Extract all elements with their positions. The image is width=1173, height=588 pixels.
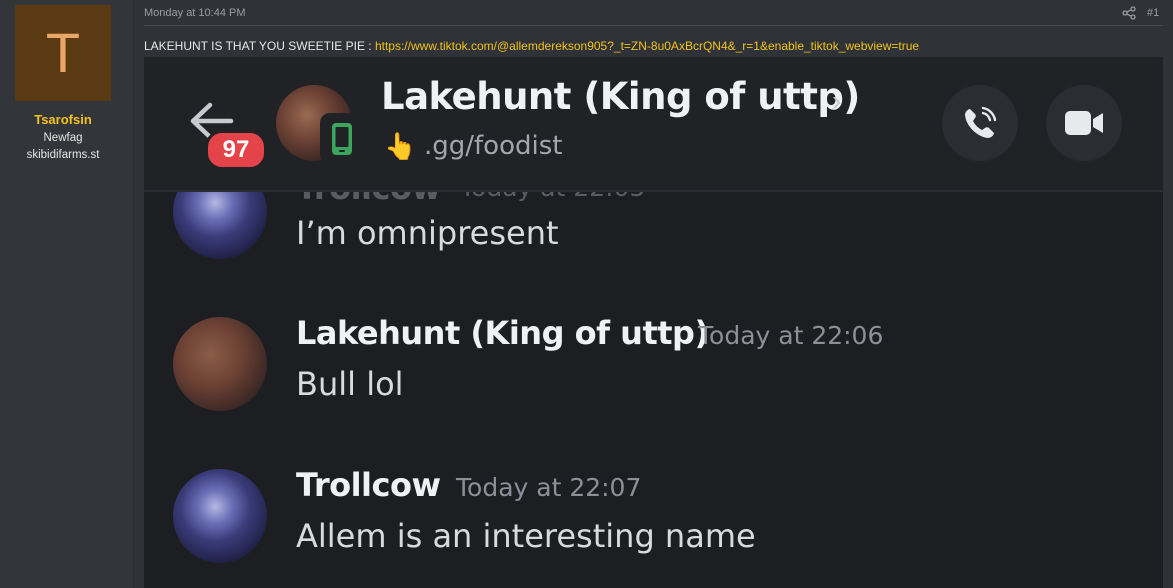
message-author[interactable]: Trollcow <box>296 466 441 504</box>
share-icon[interactable] <box>1122 6 1136 20</box>
username[interactable]: Tsarofsin <box>0 112 126 127</box>
post-header: Monday at 10:44 PM #1 <box>144 0 1163 26</box>
message-avatar[interactable] <box>173 469 267 563</box>
mobile-status-icon <box>320 113 364 165</box>
phone-icon <box>965 106 997 138</box>
contact-name[interactable]: Lakehunt (King of uttp) <box>381 75 860 118</box>
voice-call-button[interactable] <box>942 85 1018 161</box>
message-text: I’m omnipresent <box>296 214 559 252</box>
message-avatar[interactable] <box>173 317 267 411</box>
video-camera-icon <box>1065 111 1103 135</box>
post-date[interactable]: Monday at 10:44 PM <box>144 7 246 19</box>
dm-header: 97 Lakehunt (King of uttp) › 👆 .gg/foodi… <box>144 57 1163 192</box>
embedded-screenshot: 97 Lakehunt (King of uttp) › 👆 .gg/foodi… <box>144 57 1163 588</box>
message-timestamp: Today at 22:06 <box>698 321 884 350</box>
message-author[interactable]: Lakehunt (King of uttp) <box>296 314 709 352</box>
custom-status: .gg/foodist <box>424 131 563 161</box>
user-title: Newfag <box>43 132 83 144</box>
unread-badge: 97 <box>205 130 267 170</box>
post-text: LAKEHUNT IS THAT YOU SWEETIE PIE : <box>144 39 375 53</box>
user-extra: skibidifarms.st <box>26 149 100 161</box>
user-panel: T Tsarofsin Newfag skibidifarms.st <box>0 0 134 588</box>
chevron-right-icon[interactable]: › <box>832 85 841 117</box>
avatar-letter: T <box>45 21 81 84</box>
status-emoji: 👆 <box>384 131 417 161</box>
message-timestamp: Today at 22:07 <box>456 473 642 502</box>
message-text: Bull lol <box>296 365 404 403</box>
message-text: Allem is an interesting name <box>296 517 756 555</box>
post-body: LAKEHUNT IS THAT YOU SWEETIE PIE : https… <box>144 39 919 53</box>
video-call-button[interactable] <box>1046 85 1122 161</box>
post-number[interactable]: #1 <box>1147 7 1159 19</box>
post-link[interactable]: https://www.tiktok.com/@allemderekson905… <box>375 39 919 53</box>
avatar[interactable]: T <box>15 5 111 101</box>
